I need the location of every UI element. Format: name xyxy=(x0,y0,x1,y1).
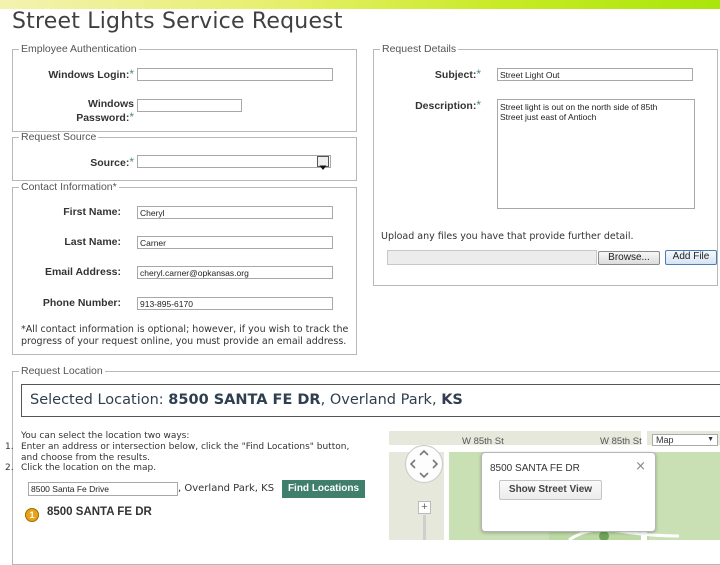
section-legend: Contact Information* xyxy=(21,181,117,193)
last-name-label: Last Name: xyxy=(64,236,121,248)
map-pan-control[interactable] xyxy=(405,445,443,483)
section-legend: Request Details xyxy=(382,43,457,55)
first-name-input[interactable]: Cheryl xyxy=(137,206,333,219)
pan-arrows-icon xyxy=(409,449,439,479)
selected-location-city: , Overland Park, xyxy=(320,392,442,408)
email-address-label: Email Address: xyxy=(44,266,121,278)
selected-location-prefix: Selected Location: xyxy=(30,392,169,408)
section-legend: Request Location xyxy=(21,365,103,377)
close-icon[interactable]: × xyxy=(635,459,646,474)
map-type-select[interactable]: Map ▼ xyxy=(652,434,718,446)
phone-number-input[interactable]: 913-895-6170 xyxy=(137,297,333,310)
result-marker-icon: 1 xyxy=(25,508,39,522)
source-label: Source:* xyxy=(90,155,134,170)
show-street-view-button[interactable]: Show Street View xyxy=(499,480,602,500)
selected-location-box: Selected Location: 8500 SANTA FE DR, Ove… xyxy=(21,384,720,417)
address-search-input[interactable]: 8500 Santa Fe Drive xyxy=(28,482,178,496)
location-result-link[interactable]: 8500 SANTA FE DR xyxy=(47,506,152,518)
windows-login-input[interactable] xyxy=(137,68,333,81)
browse-button[interactable]: Browse... xyxy=(598,251,660,265)
zoom-slider-track[interactable] xyxy=(423,515,426,540)
street-label-west: W 85th St xyxy=(462,436,504,447)
step-2-number: 2. xyxy=(5,463,14,473)
description-textarea[interactable]: Street light is out on the north side of… xyxy=(497,99,695,209)
city-suffix: , Overland Park, KS xyxy=(178,483,275,494)
add-file-button[interactable]: Add File xyxy=(665,250,717,265)
section-legend: Request Source xyxy=(21,131,97,143)
source-select[interactable] xyxy=(137,155,331,168)
phone-number-label: Phone Number: xyxy=(42,297,121,309)
windows-login-label: Windows Login:* xyxy=(48,67,134,82)
section-legend: Employee Authentication xyxy=(21,43,137,55)
top-accent-bar xyxy=(0,0,720,9)
map-info-popup: 8500 SANTA FE DR × Show Street View xyxy=(481,452,656,532)
file-path-field[interactable] xyxy=(387,250,597,265)
step-2-text: Click the location on the map. xyxy=(21,463,157,473)
contact-optional-note: *All contact information is optional; ho… xyxy=(21,324,349,347)
zoom-in-button[interactable]: + xyxy=(418,501,431,514)
location-instructions: You can select the location two ways: xyxy=(21,431,190,441)
selected-location-state: KS xyxy=(441,392,463,408)
selected-location-street: 8500 SANTA FE DR xyxy=(168,392,321,408)
required-asterisk: * xyxy=(129,155,134,169)
windows-password-label: Windows Password:* xyxy=(76,98,134,124)
windows-password-input[interactable] xyxy=(137,99,242,112)
street-label-east: W 85th St xyxy=(600,436,642,447)
location-map[interactable]: W 85th St W 85th St Map ▼ + 8500 SANTA F… xyxy=(389,431,720,540)
step-1-number: 1. xyxy=(5,442,14,452)
required-asterisk: * xyxy=(129,67,134,81)
subject-input[interactable]: Street Light Out xyxy=(497,68,693,81)
required-asterisk: * xyxy=(129,110,134,124)
step-1-text: Enter an address or intersection below, … xyxy=(21,442,350,463)
email-address-input[interactable]: cheryl.carner@opkansas.org xyxy=(137,266,333,279)
first-name-label: First Name: xyxy=(63,206,121,218)
subject-label: Subject:* xyxy=(434,67,481,82)
required-asterisk: * xyxy=(476,98,481,112)
page-title: Street Lights Service Request xyxy=(12,9,343,34)
chevron-down-icon[interactable] xyxy=(317,156,329,170)
chevron-down-icon: ▼ xyxy=(707,436,714,443)
popup-address: 8500 SANTA FE DR xyxy=(490,463,580,474)
upload-instructions: Upload any files you have that provide f… xyxy=(381,231,634,242)
last-name-input[interactable]: Carner xyxy=(137,236,333,249)
description-label: Description:* xyxy=(415,98,481,113)
required-asterisk: * xyxy=(476,67,481,81)
find-locations-button[interactable]: Find Locations xyxy=(282,480,365,498)
